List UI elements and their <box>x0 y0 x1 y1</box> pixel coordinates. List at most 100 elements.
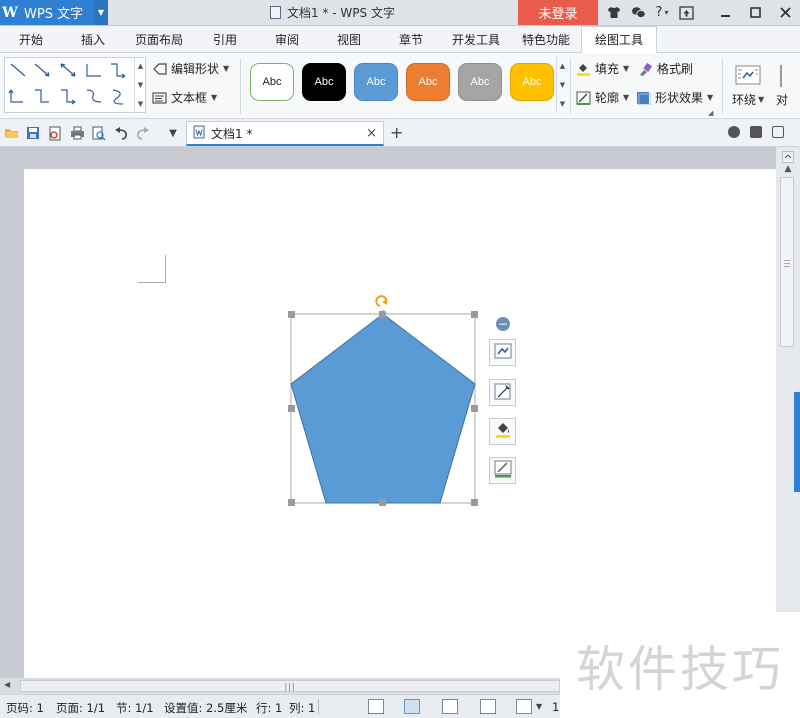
app-menu-arrow-icon[interactable]: ▼ <box>94 0 108 25</box>
format-painter-button[interactable]: 格式刷 <box>638 60 693 77</box>
window-title: 文档1 * - WPS 文字 <box>270 4 395 21</box>
tab-insert[interactable]: 插入 <box>70 26 116 53</box>
word-doc-icon <box>193 125 205 142</box>
document-page[interactable]: − <box>24 169 776 689</box>
view-options-caret-icon[interactable]: ▼ <box>536 702 542 711</box>
ribbon-dialog-launcher-icon[interactable]: ◢ <box>708 109 713 117</box>
horizontal-scrollbar[interactable]: ◀ ||| <box>0 678 560 694</box>
align-button[interactable]: 对 <box>776 91 788 108</box>
help-icon[interactable]: ? ▾ <box>650 0 674 25</box>
fill-button[interactable]: 填充 ▼ <box>576 60 629 77</box>
status-page[interactable]: 页面: 1/1 <box>56 700 105 716</box>
help-label: ? <box>655 5 663 20</box>
doc-tab-label: 文档1 * <box>211 126 253 141</box>
textbox-label: 文本框 <box>171 91 208 105</box>
open-folder-icon[interactable] <box>4 125 20 141</box>
scroll-left-icon[interactable]: ◀ <box>4 680 10 689</box>
wrap-text-icon <box>735 65 761 85</box>
edit-shape-icon <box>152 62 167 75</box>
reading-view-icon[interactable] <box>480 699 496 714</box>
protect-eye-icon[interactable] <box>516 699 532 714</box>
pentagon-shape[interactable] <box>290 313 476 504</box>
shape-style-icon <box>494 383 512 403</box>
line-shapes-icon[interactable] <box>5 58 137 112</box>
tab-document-1[interactable]: 文档1 * × <box>186 121 384 146</box>
customize-toolbar-icon[interactable]: ▼ <box>165 125 181 141</box>
shape-effects-icon <box>636 91 651 105</box>
scroll-up-icon[interactable]: ▲ <box>780 161 796 177</box>
tab-view[interactable]: 视图 <box>326 26 372 53</box>
ribbon-collapse-icon[interactable] <box>772 126 784 138</box>
fullscreen-view-icon[interactable] <box>368 699 384 714</box>
close-icon[interactable] <box>770 0 800 25</box>
tab-developer[interactable]: 开发工具 <box>444 26 508 53</box>
outline-button[interactable]: 轮廓 ▼ <box>576 89 629 106</box>
layout-options-button[interactable] <box>489 339 516 366</box>
maximize-icon[interactable] <box>740 0 770 25</box>
style-swatch-orange[interactable]: Abc <box>406 63 450 101</box>
tab-sections[interactable]: 章节 <box>388 26 434 53</box>
shape-effects-label: 形状效果 <box>655 91 704 105</box>
title-bar: W WPS 文字 ▼ 文档1 * - WPS 文字 未登录 ? ▾ <box>0 0 800 26</box>
format-painter-icon <box>638 62 653 76</box>
style-swatch-blue[interactable]: Abc <box>354 63 398 101</box>
styles-gallery-scroll[interactable]: ▲ ▼ ▼ <box>556 57 568 113</box>
wrap-layout-icon <box>494 343 512 362</box>
new-tab-icon[interactable]: + <box>390 123 403 142</box>
print-preview-icon[interactable] <box>91 125 107 141</box>
save-icon[interactable] <box>25 125 41 141</box>
status-column: 列: 1 <box>289 701 316 715</box>
shape-style-button[interactable] <box>489 379 516 406</box>
login-button[interactable]: 未登录 <box>518 0 598 25</box>
feedback-icon[interactable] <box>750 126 762 138</box>
tab-page-layout[interactable]: 页面布局 <box>126 26 192 53</box>
fill-bucket-icon <box>576 62 591 76</box>
textbox-button[interactable]: 文本框 ▼ <box>152 89 217 106</box>
vertical-scroll-thumb[interactable] <box>780 177 794 347</box>
skin-icon[interactable] <box>728 126 740 138</box>
edit-shape-label: 编辑形状 <box>171 62 220 76</box>
side-panel-tab[interactable] <box>794 392 800 492</box>
close-tab-icon[interactable]: × <box>366 126 377 141</box>
style-swatch-gold[interactable]: Abc <box>510 63 554 101</box>
upload-icon[interactable] <box>674 0 698 25</box>
lines-gallery-scroll[interactable]: ▲ ▼ ▼ <box>134 57 146 113</box>
print-icon[interactable] <box>69 125 85 141</box>
tab-special-features[interactable]: 特色功能 <box>514 26 578 53</box>
fill-label: 填充 <box>595 62 620 76</box>
quick-access-bar: ▼ 文档1 * × + <box>0 119 800 147</box>
style-swatch-white[interactable]: Abc <box>250 63 294 101</box>
minimize-icon[interactable] <box>710 0 740 25</box>
outline-view-icon[interactable] <box>442 699 458 714</box>
tab-review[interactable]: 审阅 <box>264 26 310 53</box>
outline-label: 轮廓 <box>595 91 620 105</box>
pentagon-shape-selection[interactable] <box>288 294 488 524</box>
tab-drawing-tools[interactable]: 绘图工具 <box>581 26 657 53</box>
edit-shape-button[interactable]: 编辑形状 ▼ <box>152 60 229 77</box>
style-swatch-black[interactable]: Abc <box>302 63 346 101</box>
status-page-code[interactable]: 页码: 1 <box>6 700 44 716</box>
tab-home[interactable]: 开始 <box>8 26 54 53</box>
lines-gallery <box>4 57 146 113</box>
collapse-toolbar-icon[interactable]: − <box>496 317 510 331</box>
format-painter-label: 格式刷 <box>657 62 694 76</box>
horizontal-scroll-thumb[interactable]: ||| <box>20 680 560 692</box>
undo-icon[interactable] <box>113 125 129 141</box>
status-right-value: 1 <box>552 700 560 714</box>
document-workspace: − <box>0 147 776 689</box>
wrap-button[interactable]: 环绕 ▼ <box>732 65 764 108</box>
outline-pen-icon <box>494 460 512 481</box>
settings-icon[interactable] <box>626 0 650 25</box>
page-view-icon[interactable] <box>404 699 420 714</box>
align-label: 对 <box>776 93 789 107</box>
style-swatch-gray[interactable]: Abc <box>458 63 502 101</box>
export-pdf-icon[interactable] <box>47 125 63 141</box>
shape-outline-button[interactable] <box>489 457 516 484</box>
redo-icon[interactable] <box>135 125 151 141</box>
status-row: 行: 1 <box>256 701 283 715</box>
shirt-icon[interactable] <box>602 0 626 25</box>
shape-fill-button[interactable] <box>489 418 516 445</box>
shape-effects-button[interactable]: 形状效果 ▼ <box>636 89 713 106</box>
app-menu-button[interactable]: W WPS 文字 ▼ <box>0 0 108 25</box>
tab-references[interactable]: 引用 <box>202 26 248 53</box>
